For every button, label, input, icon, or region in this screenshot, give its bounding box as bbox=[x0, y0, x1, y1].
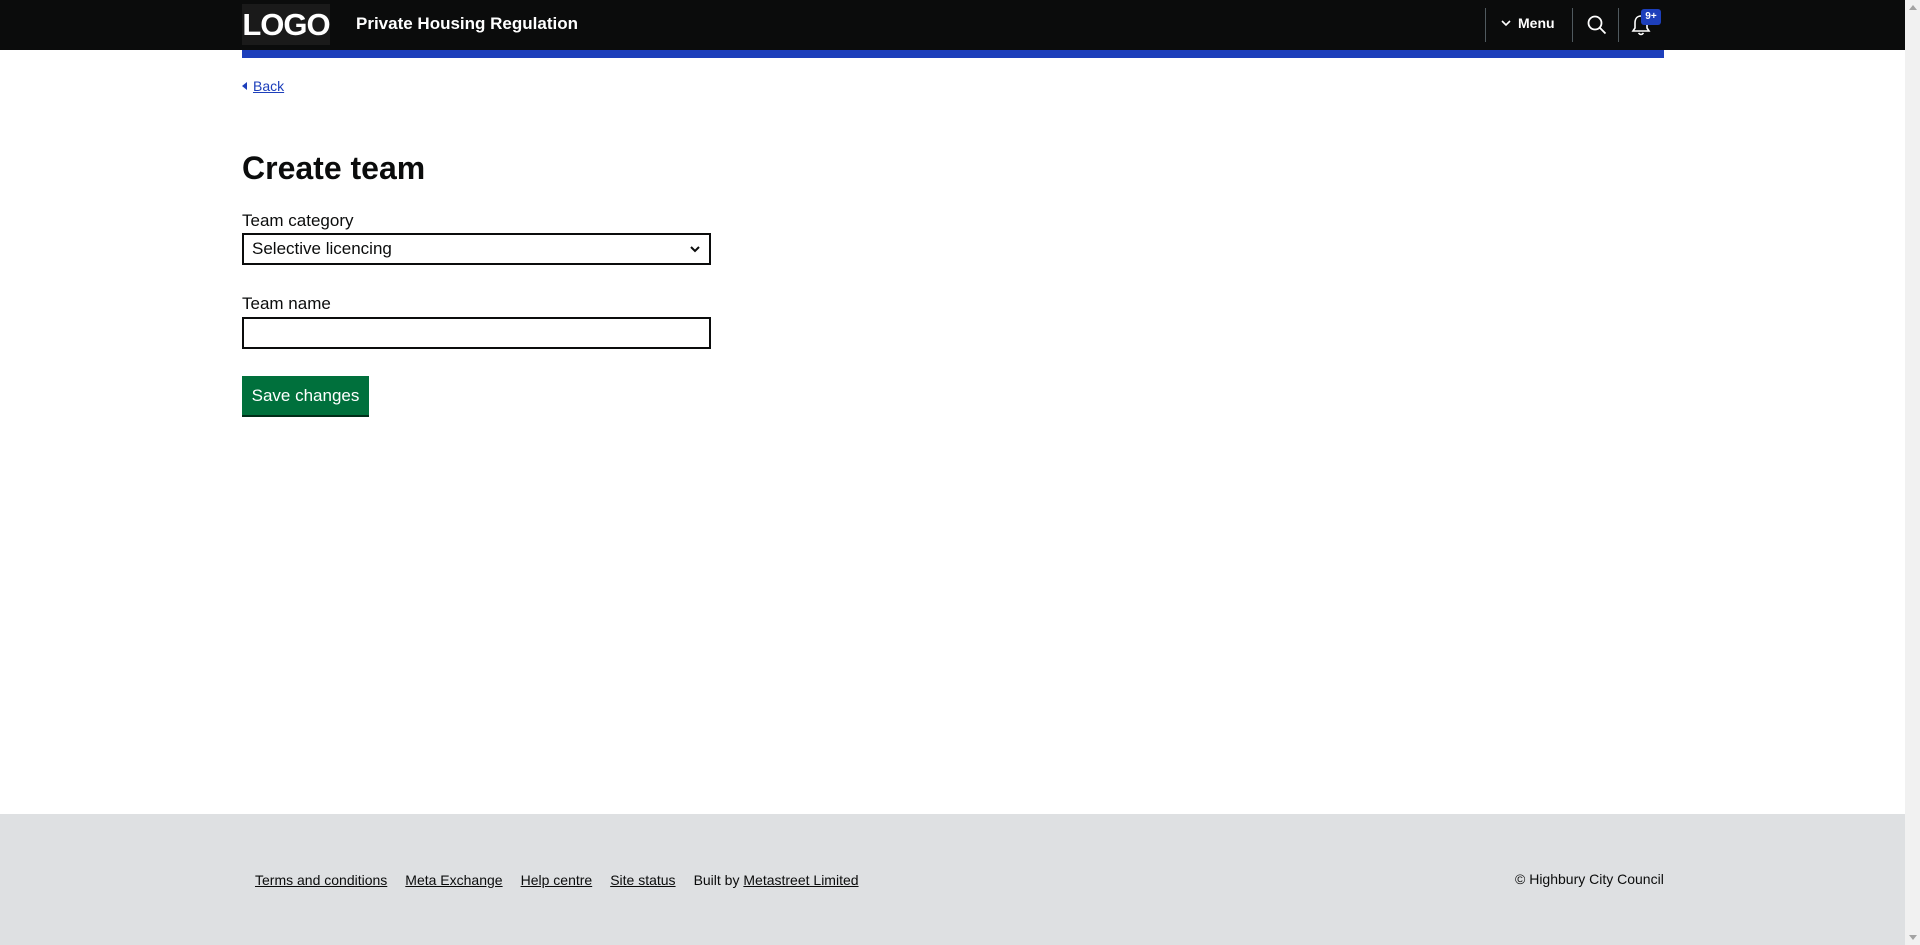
header-divider bbox=[1485, 8, 1486, 42]
back-label: Back bbox=[253, 78, 285, 94]
team-name-input[interactable] bbox=[242, 317, 711, 349]
footer-link-terms[interactable]: Terms and conditions bbox=[255, 872, 387, 888]
footer-link-meta-exchange[interactable]: Meta Exchange bbox=[405, 872, 502, 888]
chevron-down-icon bbox=[690, 246, 700, 253]
menu-label: Menu bbox=[1518, 15, 1555, 31]
scroll-up-arrow[interactable] bbox=[1909, 5, 1917, 10]
back-triangle-icon bbox=[242, 82, 247, 90]
header-accent-bar bbox=[242, 50, 1664, 58]
team-category-label: Team category bbox=[242, 211, 354, 230]
header-divider bbox=[1572, 8, 1573, 42]
site-footer: Terms and conditions Meta Exchange Help … bbox=[0, 814, 1905, 945]
built-by: Built by Metastreet Limited bbox=[694, 872, 859, 888]
service-name[interactable]: Private Housing Regulation bbox=[356, 14, 578, 34]
notification-badge: 9+ bbox=[1641, 9, 1661, 25]
team-category-select[interactable]: Selective licencing bbox=[242, 233, 711, 265]
search-icon[interactable] bbox=[1586, 14, 1608, 36]
footer-link-site-status[interactable]: Site status bbox=[610, 872, 675, 888]
footer-link-help-centre[interactable]: Help centre bbox=[521, 872, 593, 888]
save-changes-button[interactable]: Save changes bbox=[242, 376, 369, 415]
footer-links: Terms and conditions Meta Exchange Help … bbox=[255, 872, 859, 888]
built-by-prefix: Built by bbox=[693, 872, 740, 888]
page-scrollbar[interactable] bbox=[1905, 0, 1920, 945]
header-divider bbox=[1618, 8, 1619, 42]
scroll-down-arrow[interactable] bbox=[1909, 935, 1917, 940]
team-name-label: Team name bbox=[242, 294, 331, 313]
team-category-value: Selective licencing bbox=[252, 239, 392, 258]
footer-link-metastreet[interactable]: Metastreet Limited bbox=[743, 872, 858, 888]
back-link[interactable]: Back bbox=[242, 78, 284, 94]
header-inner: LOGO Private Housing Regulation Menu 9+ bbox=[242, 0, 1664, 50]
menu-button[interactable]: Menu bbox=[1500, 15, 1555, 31]
chevron-down-icon bbox=[1501, 20, 1511, 27]
site-header: LOGO Private Housing Regulation Menu 9+ bbox=[0, 0, 1905, 50]
copyright: © Highbury City Council bbox=[1515, 871, 1664, 887]
page-title: Create team bbox=[242, 150, 426, 186]
logo[interactable]: LOGO bbox=[242, 4, 331, 45]
